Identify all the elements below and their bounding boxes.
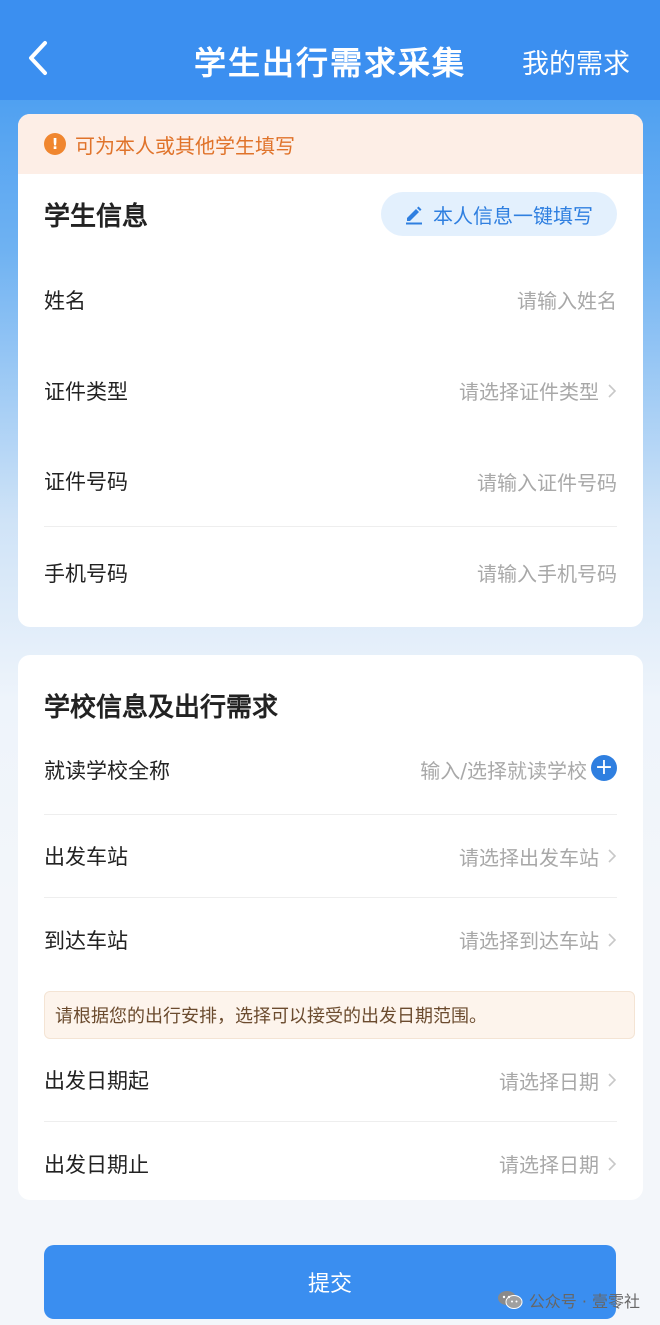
quick-fill-button[interactable]: 本人信息一键填写 (381, 192, 617, 236)
chevron-right-icon (608, 932, 617, 947)
back-button[interactable] (18, 38, 58, 78)
my-requests-link[interactable]: 我的需求 (522, 42, 630, 81)
chevron-right-icon (608, 1156, 617, 1171)
arrival-station-placeholder: 请选择到达车站 (459, 929, 599, 953)
name-input[interactable]: 请输入姓名 (517, 254, 617, 345)
arrival-station-row: 到达车站 请选择到达车站 (44, 898, 617, 981)
arrival-station-label: 到达车站 (44, 928, 128, 953)
watermark-text: 公众号 · 壹零社 (528, 1292, 640, 1311)
date-end-label: 出发日期止 (44, 1152, 149, 1177)
school-input[interactable]: 输入/选择就读学校 + (420, 755, 617, 814)
date-range-tip: 请根据您的出行安排，选择可以接受的出发日期范围。 (44, 991, 635, 1039)
phone-label: 手机号码 (44, 561, 128, 586)
school-row: 就读学校全称 输入/选择就读学校 + (44, 755, 617, 815)
add-icon[interactable]: + (591, 755, 617, 781)
id-type-placeholder: 请选择证件类型 (459, 380, 599, 404)
section-title: 学校信息及出行需求 (44, 692, 279, 723)
date-start-label: 出发日期起 (44, 1069, 149, 1093)
section-title: 学生信息 (44, 201, 149, 232)
wechat-icon (497, 1291, 523, 1309)
departure-station-label: 出发车站 (44, 845, 128, 869)
school-label: 就读学校全称 (44, 759, 170, 783)
chevron-right-icon (608, 383, 617, 398)
name-row: 姓名 请输入姓名 (44, 254, 617, 345)
id-number-input[interactable]: 请输入证件号码 (477, 436, 617, 526)
date-end-select[interactable]: 请选择日期 (499, 1122, 617, 1200)
arrival-station-select[interactable]: 请选择到达车站 (459, 898, 617, 981)
phone-row: 手机号码 请输入手机号码 (44, 527, 617, 618)
date-start-placeholder: 请选择日期 (499, 1069, 599, 1094)
departure-station-placeholder: 请选择出发车站 (459, 845, 599, 870)
student-info-card: ! 可为本人或其他学生填写 学生信息 本人信息一键填写 姓名 请输入姓名 证件类… (18, 114, 643, 627)
date-start-select[interactable]: 请选择日期 (499, 1039, 617, 1121)
header-bar: 学生出行需求采集 我的需求 (0, 0, 660, 100)
school-section-header: 学校信息及出行需求 (18, 655, 643, 755)
date-start-row: 出发日期起 请选择日期 (44, 1039, 617, 1122)
edit-icon (406, 206, 422, 225)
id-number-label: 证件号码 (44, 470, 128, 494)
id-number-row: 证件号码 请输入证件号码 (44, 436, 617, 527)
chevron-right-icon (608, 1073, 617, 1087)
date-end-row: 出发日期止 请选择日期 (44, 1122, 617, 1200)
departure-station-select[interactable]: 请选择出发车站 (459, 815, 617, 897)
departure-station-row: 出发车站 请选择出发车站 (44, 815, 617, 898)
notice-banner: ! 可为本人或其他学生填写 (18, 114, 643, 174)
name-label: 姓名 (44, 288, 86, 313)
id-type-select[interactable]: 请选择证件类型 (459, 345, 617, 436)
notice-text: 可为本人或其他学生填写 (75, 133, 295, 158)
id-type-row: 证件类型 请选择证件类型 (44, 345, 617, 436)
quick-fill-label: 本人信息一键填写 (433, 203, 593, 228)
watermark: 公众号 · 壹零社 (497, 1288, 640, 1312)
phone-input[interactable]: 请输入手机号码 (477, 527, 617, 618)
id-type-label: 证件类型 (44, 379, 128, 404)
date-end-placeholder: 请选择日期 (499, 1153, 599, 1177)
chevron-left-icon (29, 41, 47, 75)
chevron-right-icon (608, 849, 617, 863)
student-section-header: 学生信息 本人信息一键填写 (18, 174, 643, 254)
warning-icon: ! (44, 133, 66, 155)
school-placeholder: 输入/选择就读学校 (420, 759, 587, 783)
school-info-card: 学校信息及出行需求 就读学校全称 输入/选择就读学校 + 出发车站 请选择出发车… (18, 655, 643, 1200)
